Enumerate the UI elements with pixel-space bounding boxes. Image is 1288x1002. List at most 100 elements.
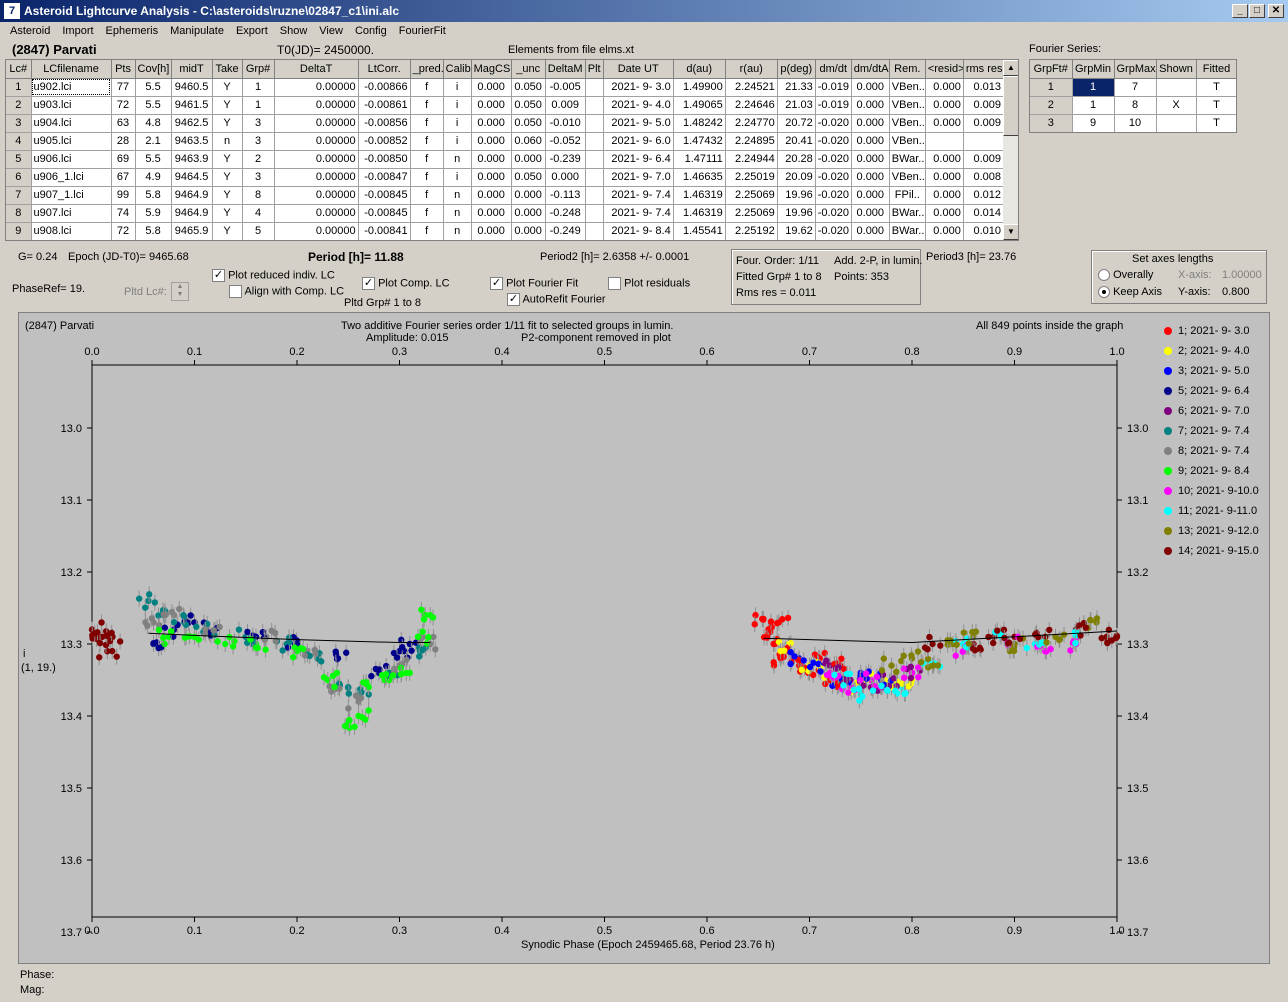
table-cell[interactable]: 19.96 xyxy=(777,204,816,223)
column-header[interactable]: midT xyxy=(171,60,213,79)
table-cell[interactable]: -0.00850 xyxy=(358,150,411,169)
table-cell[interactable]: BWar.. xyxy=(889,150,926,169)
table-cell[interactable]: 7 xyxy=(1114,78,1157,97)
table-cell[interactable]: u908.lci xyxy=(31,222,112,240)
table-cell[interactable]: 0.000 xyxy=(925,114,964,133)
table-cell[interactable]: 2021- 9- 4.0 xyxy=(603,96,674,115)
app-icon[interactable]: 7 xyxy=(4,3,20,19)
column-header[interactable]: GrpMax xyxy=(1114,60,1157,79)
menu-view[interactable]: View xyxy=(313,22,349,40)
column-header[interactable]: GrpFt# xyxy=(1030,60,1073,79)
table-cell[interactable]: -0.00847 xyxy=(358,168,411,187)
table-cell[interactable]: 0.000 xyxy=(545,168,586,187)
table-cell[interactable]: 1.49065 xyxy=(673,96,726,115)
table-cell[interactable]: 3 xyxy=(242,114,275,133)
table-row[interactable]: 3 u904.lci 63 4.8 9462.5 Y 3 0.00000 -0.00856 f i 0… xyxy=(6,114,1005,133)
column-header[interactable]: dm/dt xyxy=(815,60,852,79)
table-cell[interactable]: 8 xyxy=(242,186,275,205)
row-header[interactable]: 2 xyxy=(1030,96,1073,115)
table-cell[interactable]: 0.010 xyxy=(963,222,1005,240)
table-cell[interactable]: 1.46635 xyxy=(673,168,726,187)
table-cell[interactable]: 2021- 9- 6.0 xyxy=(603,132,674,151)
column-header[interactable]: LCfilename xyxy=(31,60,112,79)
table-cell[interactable]: 1 xyxy=(1072,96,1115,115)
menu-fourierfit[interactable]: FourierFit xyxy=(393,22,452,40)
table-row[interactable]: 1 u902.lci 77 5.5 9460.5 Y 1 0.00000 -0.00866 f i 0… xyxy=(6,78,1005,97)
table-cell[interactable] xyxy=(1156,114,1197,132)
scroll-up-icon[interactable]: ▲ xyxy=(1003,60,1018,76)
table-cell[interactable]: -0.010 xyxy=(545,114,586,133)
row-header[interactable]: 4 xyxy=(6,132,32,151)
table-cell[interactable]: -0.00866 xyxy=(358,78,411,97)
column-header[interactable]: GrpMin xyxy=(1072,60,1115,79)
table-cell[interactable]: 0.050 xyxy=(511,168,546,187)
table-cell[interactable]: Y xyxy=(212,96,243,115)
column-header[interactable]: Plt xyxy=(585,60,604,79)
table-cell[interactable]: -0.020 xyxy=(815,204,852,223)
table-cell[interactable]: u905.lci xyxy=(31,132,112,151)
table-cell[interactable]: 0.00000 xyxy=(274,186,359,205)
column-header[interactable]: r(au) xyxy=(725,60,778,79)
table-cell[interactable]: 0.000 xyxy=(511,204,546,223)
table-cell[interactable]: 28 xyxy=(111,132,136,151)
table-cell[interactable]: VBen.. xyxy=(889,132,926,151)
table-cell[interactable]: 0.000 xyxy=(851,132,890,151)
table-cell[interactable]: 1 xyxy=(1072,78,1115,97)
checkbox-plot-comp[interactable]: ✓ Plot Comp. LC xyxy=(362,277,450,290)
table-cell[interactable]: 0.00000 xyxy=(274,150,359,169)
table-row[interactable]: 3 9 10 T xyxy=(1030,114,1236,132)
table-cell[interactable]: 2021- 9- 7.4 xyxy=(603,204,674,223)
table-cell[interactable]: X xyxy=(1156,96,1197,115)
table-cell[interactable]: VBen.. xyxy=(889,114,926,133)
table-cell[interactable]: u907.lci xyxy=(31,204,112,223)
column-header[interactable]: <resid> xyxy=(925,60,964,79)
table-cell[interactable]: 5.5 xyxy=(135,150,172,169)
table-cell[interactable]: 0.050 xyxy=(511,96,546,115)
table-cell[interactable]: 0.000 xyxy=(925,96,964,115)
table-cell[interactable]: -0.249 xyxy=(545,222,586,240)
table-cell[interactable]: 0.060 xyxy=(511,132,546,151)
table-cell[interactable]: 0.000 xyxy=(471,150,512,169)
table-cell[interactable]: 9463.9 xyxy=(171,150,213,169)
menu-config[interactable]: Config xyxy=(349,22,393,40)
table-cell[interactable]: 0.00000 xyxy=(274,168,359,187)
table-cell[interactable]: -0.019 xyxy=(815,78,852,97)
table-cell[interactable]: -0.020 xyxy=(815,222,852,240)
table-cell[interactable]: 0.000 xyxy=(471,222,512,240)
table-cell[interactable]: 0.000 xyxy=(851,222,890,240)
table-cell[interactable]: 9 xyxy=(1072,114,1115,132)
menu-import[interactable]: Import xyxy=(56,22,99,40)
table-cell[interactable]: f xyxy=(410,114,444,133)
table-cell[interactable]: 0.000 xyxy=(925,186,964,205)
table-scrollbar[interactable]: ▲ ▼ xyxy=(1003,60,1018,240)
table-cell[interactable]: 0.000 xyxy=(471,78,512,97)
column-header[interactable]: d(au) xyxy=(673,60,726,79)
row-header[interactable]: 9 xyxy=(6,222,32,240)
table-cell[interactable]: f xyxy=(410,96,444,115)
column-header[interactable]: Cov[h] xyxy=(135,60,172,79)
table-cell[interactable]: n xyxy=(443,186,472,205)
table-cell[interactable]: 0.050 xyxy=(511,78,546,97)
table-cell[interactable]: u902.lci xyxy=(31,78,112,97)
column-header[interactable]: _pred. xyxy=(410,60,444,79)
table-cell[interactable]: 5.5 xyxy=(135,78,172,97)
checkbox-autorefit[interactable]: ✓ AutoRefit Fourier xyxy=(507,293,606,306)
column-header[interactable]: Rem. xyxy=(889,60,926,79)
table-cell[interactable]: 1.46319 xyxy=(673,186,726,205)
table-cell[interactable]: 77 xyxy=(111,78,136,97)
table-cell[interactable]: f xyxy=(410,168,444,187)
table-cell[interactable]: 2021- 9- 8.4 xyxy=(603,222,674,240)
table-cell[interactable]: 2021- 9- 3.0 xyxy=(603,78,674,97)
pltd-lc-spinner[interactable]: ▲ ▼ xyxy=(171,282,189,301)
table-cell[interactable]: 72 xyxy=(111,96,136,115)
table-cell[interactable] xyxy=(585,132,604,151)
table-cell[interactable]: 8 xyxy=(1114,96,1157,115)
table-cell[interactable]: -0.020 xyxy=(815,168,852,187)
table-cell[interactable]: 0.000 xyxy=(851,96,890,115)
table-row[interactable]: 2 u903.lci 72 5.5 9461.5 Y 1 0.00000 -0.00861 f i 0… xyxy=(6,96,1005,115)
table-cell[interactable]: 0.008 xyxy=(963,168,1005,187)
table-cell[interactable]: u907_1.lci xyxy=(31,186,112,205)
table-cell[interactable]: -0.00852 xyxy=(358,132,411,151)
table-row[interactable]: 8 u907.lci 74 5.9 9464.9 Y 4 0.00000 -0.00845 f n 0… xyxy=(6,204,1005,223)
table-cell[interactable]: 0.012 xyxy=(963,186,1005,205)
